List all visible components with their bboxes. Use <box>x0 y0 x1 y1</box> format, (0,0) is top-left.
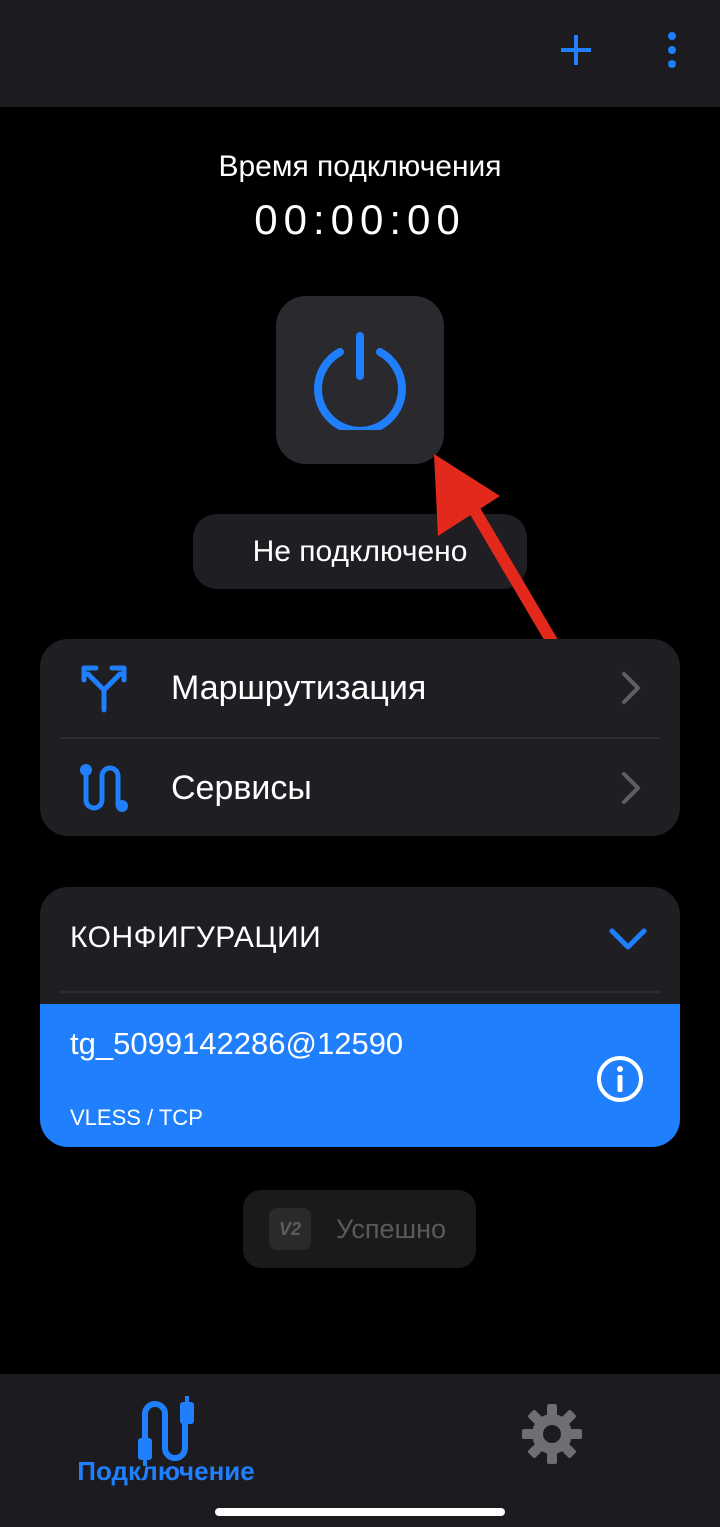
more-options-button[interactable] <box>648 26 696 74</box>
toast-text: Успешно <box>336 1214 447 1244</box>
configs-header[interactable]: КОНФИГУРАЦИИ <box>40 887 680 991</box>
chevron-right-icon <box>622 672 640 704</box>
connection-time-value: 00:00:00 <box>254 196 466 243</box>
plus-icon <box>561 35 591 65</box>
services-icon <box>78 762 130 814</box>
menu-item-services[interactable]: Сервисы <box>40 739 680 837</box>
power-icon <box>314 332 406 430</box>
connection-time-label: Время подключения <box>218 150 502 183</box>
home-indicator <box>215 1508 505 1516</box>
configs-divider <box>60 991 660 993</box>
config-name: tg_5099142286@12590 <box>70 1026 404 1061</box>
tab-connection-label: Подключение <box>77 1456 255 1486</box>
gear-icon <box>522 1404 582 1464</box>
more-vert-icon <box>668 32 676 68</box>
menu-item-label: Маршрутизация <box>171 668 427 707</box>
configs-card: КОНФИГУРАЦИИ tg_5099142286@12590 VLESS /… <box>40 887 680 1147</box>
toast-message: V2 Успешно <box>243 1190 476 1268</box>
top-app-bar <box>0 0 720 107</box>
tab-settings[interactable] <box>500 1374 604 1494</box>
v2-logo-icon: V2 <box>269 1208 311 1250</box>
info-icon[interactable] <box>595 1054 645 1104</box>
routing-icon <box>78 662 130 714</box>
menu-card: Маршрутизация Сервисы <box>40 639 680 836</box>
menu-item-routing[interactable]: Маршрутизация <box>40 639 680 737</box>
chevron-down-icon[interactable] <box>606 921 650 957</box>
add-config-button[interactable] <box>552 26 600 74</box>
tab-connection[interactable]: Подключение <box>50 1374 282 1494</box>
config-protocol: VLESS / TCP <box>70 1105 203 1130</box>
power-button[interactable] <box>276 296 444 464</box>
bottom-navigation: Подключение <box>0 1374 720 1527</box>
config-item-selected[interactable]: tg_5099142286@12590 VLESS / TCP <box>40 1004 680 1147</box>
vpn-connection-screen: Время подключения 00:00:00 Не подключено… <box>0 0 720 1527</box>
configs-title: КОНФИГУРАЦИИ <box>70 921 322 954</box>
menu-item-label: Сервисы <box>171 768 312 807</box>
chevron-right-icon <box>622 772 640 804</box>
